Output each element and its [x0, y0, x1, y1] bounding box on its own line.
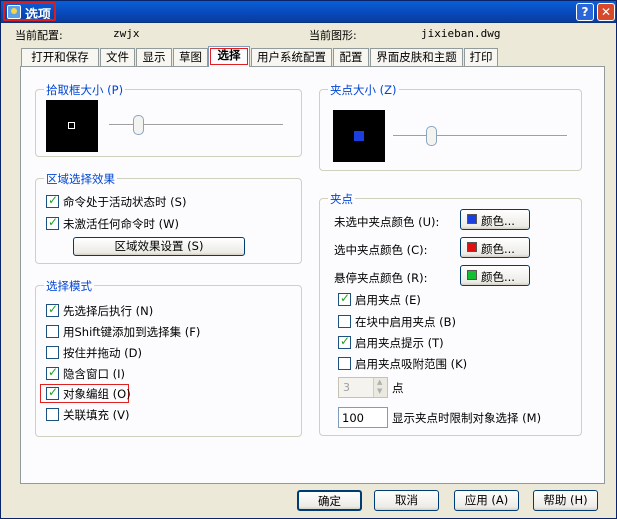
- color-button-label: 颜色...: [481, 214, 515, 228]
- checkbox-box[interactable]: [338, 291, 351, 306]
- grip-size-title: 夹点大小 (Z): [328, 82, 399, 98]
- checkbox-label: 启用夹点提示 (T): [355, 336, 444, 350]
- spinner-up-icon: ▲: [377, 378, 383, 386]
- tab-drafting[interactable]: 草图: [173, 48, 208, 67]
- checkbox-label: 对象编组 (O): [63, 387, 131, 401]
- pickbox-square: [68, 122, 75, 129]
- checkbox-label: 在块中启用夹点 (B): [355, 315, 457, 329]
- grip-count-spinner: 3 ▲ ▼: [338, 377, 388, 398]
- cancel-button[interactable]: 取消: [374, 490, 439, 511]
- drawing-label: 当前图形:: [309, 29, 357, 42]
- drawing-value: jixieban.dwg: [421, 27, 501, 40]
- checkbox-label: 未激活任何命令时 (W): [63, 217, 179, 231]
- checkbox-label: 隐含窗口 (I): [63, 367, 126, 381]
- selected-grip-color-label: 选中夹点颜色 (C):: [334, 243, 428, 257]
- tab-label: 界面皮肤和主题: [376, 50, 457, 64]
- selected-grip-color-button[interactable]: 颜色...: [460, 237, 530, 258]
- unselected-grip-color-label: 未选中夹点颜色 (U):: [334, 215, 440, 229]
- unselected-grip-color-button[interactable]: 颜色...: [460, 209, 530, 230]
- tab-strip: 打开和保存 文件 显示 草图 选择 用户系统配置 配置 界面皮肤和主题 打印: [21, 46, 611, 67]
- help-button[interactable]: 帮助 (H): [533, 490, 598, 511]
- tab-print[interactable]: 打印: [464, 48, 498, 67]
- checkbox-label: 先选择后执行 (N): [63, 304, 154, 318]
- selection-modes-group: 选择模式 先选择后执行 (N) 用Shift键添加到选择集 (F) 按住并拖动 …: [35, 278, 302, 437]
- title-bar[interactable]: 选项 ? ✕: [1, 1, 616, 23]
- pickbox-size-title: 拾取框大小 (P): [44, 82, 126, 98]
- close-icon[interactable]: ✕: [597, 3, 615, 21]
- tab-label: 草图: [179, 50, 202, 64]
- tab-label: 显示: [142, 50, 166, 64]
- checkbox-box[interactable]: [338, 315, 351, 328]
- tab-label: 打印: [469, 50, 493, 64]
- checkbox-box[interactable]: [46, 193, 59, 208]
- checkbox-box[interactable]: [338, 334, 351, 349]
- grip-count-value: 3: [343, 381, 350, 394]
- spinner-down-icon: ▼: [377, 387, 383, 395]
- tab-skin-theme[interactable]: 界面皮肤和主题: [370, 48, 463, 67]
- object-limit-label: 显示夹点时限制对象选择 (M): [392, 411, 542, 425]
- tab-files[interactable]: 文件: [100, 48, 135, 67]
- options-dialog: 选项 ? ✕ 当前配置: zwjx 当前图形: jixieban.dwg 打开和…: [0, 0, 617, 519]
- checkbox-label: 启用夹点 (E): [355, 293, 421, 307]
- tab-user-preferences[interactable]: 用户系统配置: [251, 48, 332, 67]
- checkbox-label: 关联填充 (V): [63, 408, 130, 422]
- tab-label: 配置: [339, 50, 363, 64]
- grip-preview: [333, 110, 385, 162]
- color-swatch: [467, 270, 477, 280]
- selection-modes-title: 选择模式: [44, 278, 94, 294]
- help-icon[interactable]: ?: [576, 3, 594, 21]
- grip-slider-thumb[interactable]: [425, 126, 437, 146]
- checkbox-box[interactable]: [46, 385, 59, 400]
- profile-value: zwjx: [113, 27, 140, 40]
- area-selection-title: 区域选择效果: [44, 171, 117, 187]
- checkbox-label: 命令处于活动状态时 (S): [63, 195, 187, 209]
- color-button-label: 颜色...: [481, 242, 515, 256]
- checkbox-label: 按住并拖动 (D): [63, 346, 142, 360]
- checkbox-box[interactable]: [46, 408, 59, 421]
- checkbox-box[interactable]: [46, 365, 59, 380]
- tab-profiles[interactable]: 配置: [333, 48, 369, 67]
- profile-label: 当前配置:: [15, 29, 63, 42]
- checkbox-box[interactable]: [46, 215, 59, 230]
- hover-grip-color-button[interactable]: 颜色...: [460, 265, 530, 286]
- grips-title: 夹点: [328, 191, 355, 207]
- checkbox-label: 启用夹点吸附范围 (K): [355, 357, 468, 371]
- tab-label: 用户系统配置: [257, 50, 326, 64]
- checkbox-box[interactable]: [338, 357, 351, 370]
- pickbox-slider-thumb[interactable]: [133, 115, 145, 135]
- tab-label: 打开和保存: [31, 50, 89, 64]
- grip-slider-track[interactable]: [393, 135, 567, 137]
- pickbox-size-group: 拾取框大小 (P): [35, 82, 302, 157]
- hover-grip-color-label: 悬停夹点颜色 (R):: [334, 271, 428, 285]
- tab-highlight-box: [210, 48, 248, 65]
- area-selection-group: 区域选择效果 命令处于活动状态时 (S) 未激活任何命令时 (W) 区域效果设置…: [35, 171, 302, 264]
- grip-count-unit: 点: [392, 381, 404, 395]
- selection-panel: 拾取框大小 (P) 夹点大小 (Z) 区域选择效果 命令处于活动状态时 (S): [20, 66, 605, 484]
- apply-button[interactable]: 应用 (A): [454, 490, 519, 511]
- tab-label: 文件: [106, 50, 129, 64]
- color-swatch: [467, 214, 477, 224]
- checkbox-box[interactable]: [46, 302, 59, 317]
- grip-size-group: 夹点大小 (Z): [319, 82, 582, 171]
- grip-square: [354, 131, 364, 141]
- pickbox-preview: [46, 100, 98, 152]
- checkbox-box[interactable]: [46, 325, 59, 338]
- ok-button[interactable]: 确定: [297, 490, 362, 511]
- tab-open-save[interactable]: 打开和保存: [21, 48, 99, 67]
- tab-selection[interactable]: 选择: [208, 46, 250, 67]
- tab-display[interactable]: 显示: [136, 48, 172, 67]
- area-effect-settings-button[interactable]: 区域效果设置 (S): [73, 237, 245, 256]
- object-limit-input[interactable]: 100: [338, 407, 388, 428]
- checkbox-box[interactable]: [46, 346, 59, 359]
- spinner-arrows: ▲ ▼: [373, 378, 387, 397]
- title-highlight-box: [3, 2, 56, 21]
- grips-group: 夹点 未选中夹点颜色 (U): 颜色... 选中夹点颜色 (C): 颜色... …: [319, 191, 582, 436]
- checkbox-label: 用Shift键添加到选择集 (F): [63, 325, 201, 339]
- color-button-label: 颜色...: [481, 270, 515, 284]
- color-swatch: [467, 242, 477, 252]
